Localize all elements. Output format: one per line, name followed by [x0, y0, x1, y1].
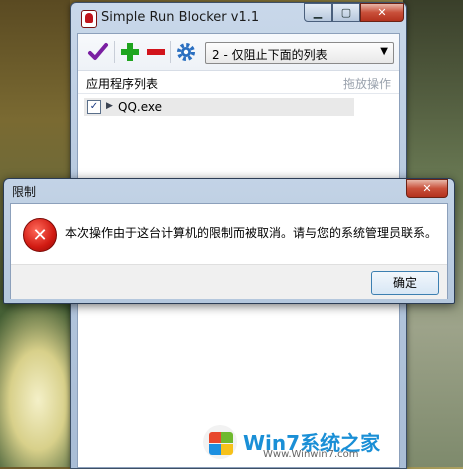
close-button[interactable]: ✕	[360, 3, 404, 22]
add-icon[interactable]	[118, 40, 142, 64]
windows-flag-icon	[203, 425, 237, 459]
expand-arrow-icon[interactable]: ▶	[106, 101, 113, 111]
item-label: QQ.exe	[118, 100, 162, 114]
toolbar-separator	[114, 41, 115, 63]
gear-icon[interactable]	[174, 40, 198, 64]
minimize-button[interactable]: ▁	[304, 3, 332, 22]
remove-icon[interactable]	[144, 40, 168, 64]
mode-select[interactable]: 2 - 仅阻止下面的列表 ▼	[205, 42, 394, 64]
list-header-title: 应用程序列表	[86, 77, 159, 91]
site-logo: Win7系统之家 Www.Winwin7.com	[203, 423, 393, 463]
item-checkbox[interactable]: ✓	[87, 100, 101, 114]
dialog-message: 本次操作由于这台计算机的限制而被取消。请与您的系统管理员联系。	[65, 226, 438, 240]
checkmark-icon[interactable]	[86, 40, 110, 64]
maximize-button[interactable]: ▢	[332, 3, 360, 22]
restriction-dialog: 限制 ✕ ✕ 本次操作由于这台计算机的限制而被取消。请与您的系统管理员联系。 确…	[3, 178, 455, 304]
list-item[interactable]: ✓ ▶ QQ.exe	[84, 98, 354, 116]
app-title: Simple Run Blocker v1.1	[101, 10, 260, 25]
dialog-body: ✕ 本次操作由于这台计算机的限制而被取消。请与您的系统管理员联系。 确定	[10, 203, 448, 299]
caption-buttons: ▁ ▢ ✕	[304, 3, 404, 22]
error-icon: ✕	[23, 218, 57, 252]
dialog-footer: 确定	[11, 264, 447, 299]
list-header-hint: 拖放操作	[342, 77, 391, 91]
app-icon	[81, 10, 97, 28]
chevron-down-icon: ▼	[380, 46, 388, 57]
dialog-close-button[interactable]: ✕	[406, 179, 448, 198]
toolbar-separator	[170, 41, 171, 63]
mode-select-value: 2 - 仅阻止下面的列表	[212, 48, 328, 62]
toolbar: 2 - 仅阻止下面的列表 ▼	[78, 34, 399, 71]
dialog-title: 限制	[12, 185, 37, 199]
ok-button[interactable]: 确定	[371, 271, 439, 295]
list-header: 应用程序列表 拖放操作	[78, 71, 399, 94]
logo-subtext: Www.Winwin7.com	[263, 449, 359, 460]
